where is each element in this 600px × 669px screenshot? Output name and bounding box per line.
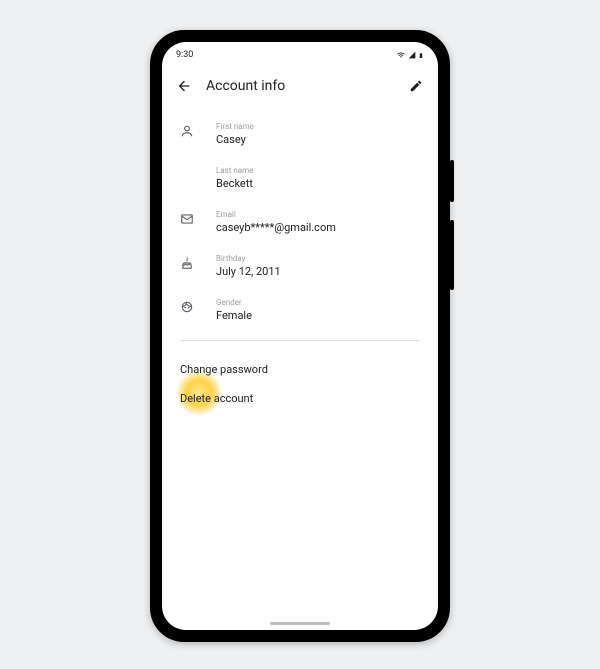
account-fields: First name Casey Last name Beckett xyxy=(162,106,438,413)
field-value: Beckett xyxy=(216,177,420,190)
field-value: caseyb*****@gmail.com xyxy=(216,221,420,234)
field-gender[interactable]: Gender Female xyxy=(162,288,438,332)
app-bar: Account info xyxy=(162,66,438,106)
pencil-icon xyxy=(409,79,423,93)
home-indicator[interactable] xyxy=(270,622,330,625)
device-screen: 9:30 Account info xyxy=(162,42,438,630)
device-side-button xyxy=(450,220,454,290)
mail-icon xyxy=(180,210,208,226)
field-value: Casey xyxy=(216,133,420,146)
field-last-name[interactable]: Last name Beckett xyxy=(162,156,438,200)
face-icon xyxy=(180,298,208,314)
field-label: Gender xyxy=(216,298,420,307)
page-title: Account info xyxy=(206,78,404,94)
device-side-button xyxy=(450,160,454,202)
cell-signal-icon xyxy=(408,51,416,59)
field-value: Female xyxy=(216,309,420,322)
field-label: Last name xyxy=(216,166,420,175)
field-value: July 12, 2011 xyxy=(216,265,420,278)
person-icon xyxy=(180,122,208,138)
account-actions: Change password Delete account xyxy=(162,341,438,413)
back-button[interactable] xyxy=(172,74,196,98)
phone-frame: 9:30 Account info xyxy=(150,30,450,642)
field-email[interactable]: Email caseyb*****@gmail.com xyxy=(162,200,438,244)
status-time: 9:30 xyxy=(176,50,193,60)
field-label: Email xyxy=(216,210,420,219)
status-icons xyxy=(396,51,424,60)
field-first-name[interactable]: First name Casey xyxy=(162,112,438,156)
cake-icon xyxy=(180,254,208,270)
field-label: First name xyxy=(216,122,420,131)
battery-icon xyxy=(418,51,424,60)
edit-button[interactable] xyxy=(404,74,428,98)
field-birthday[interactable]: Birthday July 12, 2011 xyxy=(162,244,438,288)
delete-account-button[interactable]: Delete account xyxy=(180,384,420,413)
arrow-back-icon xyxy=(176,78,192,94)
field-label: Birthday xyxy=(216,254,420,263)
wifi-icon xyxy=(396,51,406,59)
status-bar: 9:30 xyxy=(162,42,438,66)
change-password-button[interactable]: Change password xyxy=(180,355,420,384)
